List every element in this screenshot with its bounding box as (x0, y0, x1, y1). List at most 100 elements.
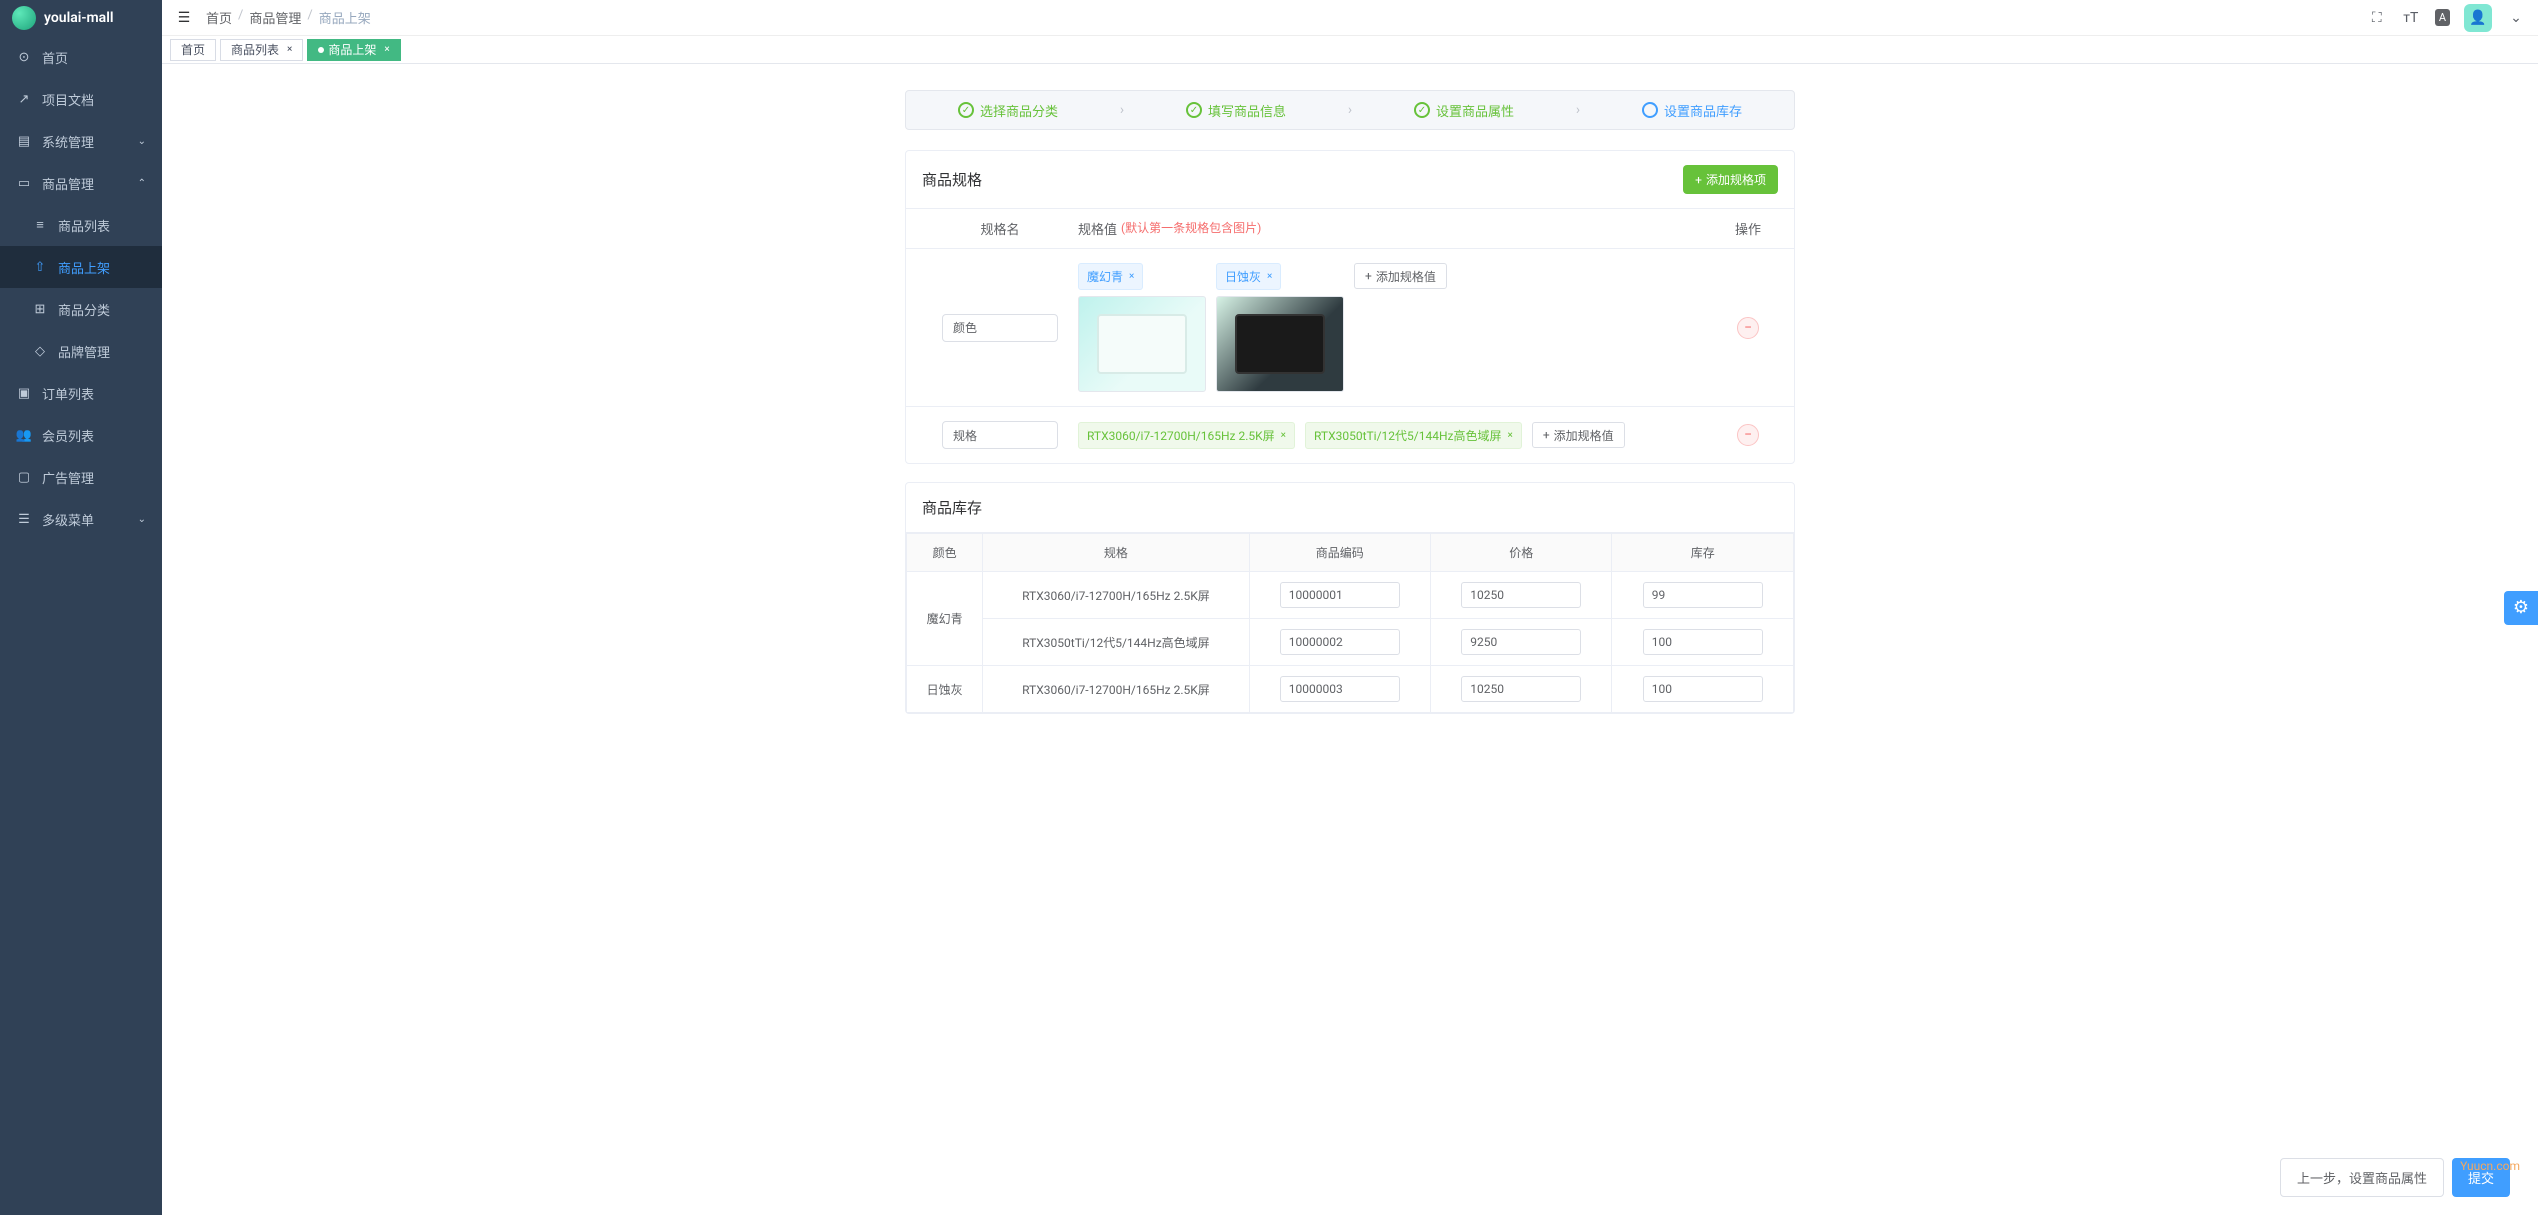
prev-step-button[interactable]: 上一步，设置商品属性 (2280, 1158, 2444, 1197)
qty-input[interactable] (1643, 629, 1763, 655)
step-3: ✓设置商品属性 (1362, 101, 1566, 120)
sidebar-item-ads[interactable]: ▢广告管理 (0, 456, 162, 498)
table-row: 魔幻青 RTX3060/i7-12700H/165Hz 2.5K屏 (907, 572, 1794, 619)
stock-card: 商品库存 颜色 规格 商品编码 价格 库存 魔幻青 (905, 482, 1795, 714)
sidebar-item-system[interactable]: ▤系统管理⌄ (0, 120, 162, 162)
close-icon[interactable]: × (384, 44, 389, 55)
spec-image-2[interactable] (1216, 296, 1344, 392)
spec-name-input[interactable] (942, 314, 1058, 342)
breadcrumb-current: 商品上架 (319, 8, 371, 27)
qty-input[interactable] (1643, 676, 1763, 702)
plus-icon: + (1365, 269, 1372, 283)
spec-value-tag[interactable]: RTX3050tTi/12代5/144Hz高色域屏× (1305, 422, 1522, 449)
clipboard-icon: ▣ (16, 386, 32, 401)
tab-goods-list[interactable]: 商品列表× (220, 39, 303, 61)
breadcrumb-home[interactable]: 首页 (206, 8, 232, 27)
spec-value-tag[interactable]: RTX3060/i7-12700H/165Hz 2.5K屏× (1078, 422, 1295, 449)
delete-spec-button[interactable]: − (1737, 424, 1759, 446)
settings-float-button[interactable]: ⚙ (2504, 591, 2538, 625)
chevron-up-icon: ⌃ (138, 178, 146, 189)
menu-icon: ☰ (16, 512, 32, 527)
close-icon[interactable]: × (1507, 430, 1512, 441)
col-spec: 规格 (983, 534, 1249, 572)
sidebar-item-orders[interactable]: ▣订单列表 (0, 372, 162, 414)
col-code: 商品编码 (1249, 534, 1430, 572)
breadcrumb-mid[interactable]: 商品管理 (249, 8, 301, 27)
app-name: youlai-mall (44, 10, 113, 26)
step-4: 设置商品库存 (1590, 101, 1794, 120)
hamburger-toggle[interactable]: ☰ (174, 8, 194, 28)
stock-table: 颜色 规格 商品编码 价格 库存 魔幻青 RTX3060/i7-12700H/1… (906, 533, 1794, 713)
tag-icon: ◇ (32, 344, 48, 359)
stock-title: 商品库存 (922, 497, 982, 518)
qty-input[interactable] (1643, 582, 1763, 608)
cell-spec: RTX3050tTi/12代5/144Hz高色域屏 (983, 619, 1249, 666)
tab-home[interactable]: 首页 (170, 39, 216, 61)
sidebar-item-goods-list[interactable]: ≡商品列表 (0, 204, 162, 246)
close-icon[interactable]: × (1267, 271, 1272, 282)
price-input[interactable] (1461, 676, 1581, 702)
breadcrumb: 首页 / 商品管理 / 商品上架 (206, 8, 371, 27)
sidebar-item-multi[interactable]: ☰多级菜单⌄ (0, 498, 162, 540)
chevron-down-icon: ⌄ (138, 514, 146, 525)
col-color: 颜色 (907, 534, 983, 572)
sidebar: youlai-mall ⊙首页 ↗项目文档 ▤系统管理⌄ ▭商品管理⌃ ≡商品列… (0, 0, 162, 1215)
sidebar-item-members[interactable]: 👥会员列表 (0, 414, 162, 456)
add-spec-value-button[interactable]: +添加规格值 (1532, 422, 1625, 448)
main-menu: ⊙首页 ↗项目文档 ▤系统管理⌄ ▭商品管理⌃ ≡商品列表 ⇧商品上架 ⊞商品分… (0, 36, 162, 1215)
step-indicator: ✓选择商品分类 › ✓填写商品信息 › ✓设置商品属性 › 设置商品库存 (905, 90, 1795, 130)
close-icon[interactable]: × (287, 44, 292, 55)
cell-color: 魔幻青 (907, 572, 983, 666)
fullscreen-icon[interactable]: ⛶ (2367, 8, 2387, 28)
delete-spec-button[interactable]: − (1737, 317, 1759, 339)
code-input[interactable] (1280, 582, 1400, 608)
plus-icon: + (1695, 173, 1702, 187)
tab-goods-add[interactable]: 商品上架× (307, 39, 400, 61)
spec-value-tag[interactable]: 日蚀灰× (1216, 263, 1281, 290)
col-qty: 库存 (1612, 534, 1794, 572)
spec-name-input[interactable] (942, 421, 1058, 449)
category-icon: ⊞ (32, 302, 48, 317)
spec-value-tag[interactable]: 魔幻青× (1078, 263, 1143, 290)
check-icon: ✓ (1186, 102, 1202, 118)
gear-icon: ⚙ (2513, 597, 2529, 618)
code-input[interactable] (1280, 676, 1400, 702)
textsize-icon[interactable]: тT (2401, 8, 2421, 28)
price-input[interactable] (1461, 629, 1581, 655)
check-icon: ✓ (958, 102, 974, 118)
sidebar-item-docs[interactable]: ↗项目文档 (0, 78, 162, 120)
code-input[interactable] (1280, 629, 1400, 655)
col-price: 价格 (1431, 534, 1612, 572)
file-icon: ▢ (16, 470, 32, 485)
users-icon: 👥 (16, 428, 32, 443)
sidebar-item-goods-add[interactable]: ⇧商品上架 (0, 246, 162, 288)
external-link-icon: ↗ (16, 92, 32, 107)
cell-spec: RTX3060/i7-12700H/165Hz 2.5K屏 (983, 572, 1249, 619)
sidebar-item-home[interactable]: ⊙首页 (0, 36, 162, 78)
sidebar-item-brand[interactable]: ◇品牌管理 (0, 330, 162, 372)
add-spec-button[interactable]: +添加规格项 (1683, 165, 1778, 194)
spec-hint: (默认第一条规格包含图片) (1121, 219, 1261, 238)
chevron-down-icon: ⌄ (138, 136, 146, 147)
chevron-down-icon[interactable]: ⌄ (2506, 8, 2526, 28)
close-icon[interactable]: × (1129, 271, 1134, 282)
spec-image-1[interactable] (1078, 296, 1206, 392)
cell-color: 日蚀灰 (907, 666, 983, 713)
add-spec-value-button[interactable]: +添加规格值 (1354, 263, 1447, 289)
spec-card: 商品规格 +添加规格项 规格名 规格值(默认第一条规格包含图片) 操作 魔幻青× (905, 150, 1795, 464)
avatar[interactable]: 👤 (2464, 4, 2492, 32)
spec-title: 商品规格 (922, 169, 982, 190)
upload-icon: ⇧ (32, 260, 48, 275)
price-input[interactable] (1461, 582, 1581, 608)
check-icon: ✓ (1414, 102, 1430, 118)
step-1: ✓选择商品分类 (906, 101, 1110, 120)
sidebar-item-goods-cat[interactable]: ⊞商品分类 (0, 288, 162, 330)
language-icon[interactable]: A (2435, 9, 2450, 26)
sidebar-item-goods[interactable]: ▭商品管理⌃ (0, 162, 162, 204)
step-2: ✓填写商品信息 (1134, 101, 1338, 120)
close-icon[interactable]: × (1281, 430, 1286, 441)
dashboard-icon: ⊙ (16, 50, 32, 65)
col-spec-val: 规格值 (1078, 219, 1117, 238)
plus-icon: + (1543, 428, 1550, 442)
watermark: Yuucn.com (2460, 1159, 2520, 1173)
